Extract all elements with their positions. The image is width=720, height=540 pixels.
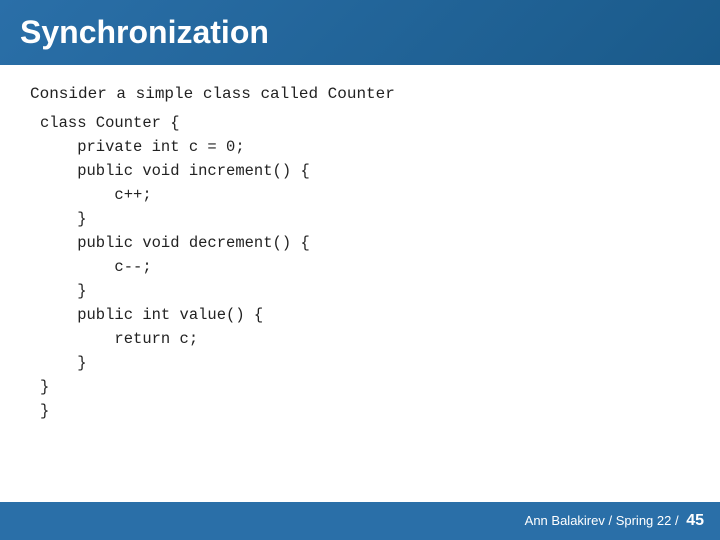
code-block: class Counter { private int c = 0; publi… (40, 111, 690, 399)
intro-text: Consider a simple class called Counter (30, 85, 690, 103)
code-line-8: } (40, 279, 690, 303)
code-line-11: } (40, 351, 690, 375)
closing-brace: } (40, 399, 690, 423)
code-line-12: } (40, 375, 690, 399)
code-line-6: public void decrement() { (40, 231, 690, 255)
code-line-1: class Counter { (40, 111, 690, 135)
code-line-4: c++; (40, 183, 690, 207)
header: Synchronization (0, 0, 720, 65)
code-line-7: c--; (40, 255, 690, 279)
code-line-9: public int value() { (40, 303, 690, 327)
page-number: 45 (686, 512, 704, 529)
code-line-10: return c; (40, 327, 690, 351)
outer-closing-brace: } (40, 399, 690, 423)
slide-info: Ann Balakirev / Spring 22 / 45 (525, 512, 704, 530)
header-title: Synchronization (20, 14, 269, 50)
code-line-3: public void increment() { (40, 159, 690, 183)
code-line-5: } (40, 207, 690, 231)
content-area: Consider a simple class called Counter c… (0, 65, 720, 443)
bottom-bar: Ann Balakirev / Spring 22 / 45 (0, 502, 720, 540)
code-line-2: private int c = 0; (40, 135, 690, 159)
